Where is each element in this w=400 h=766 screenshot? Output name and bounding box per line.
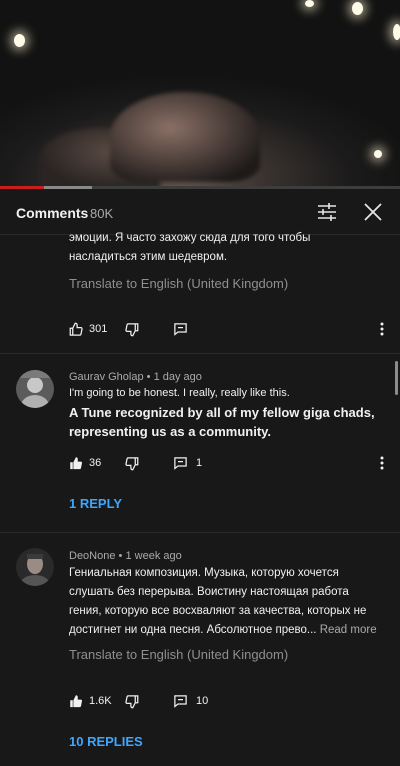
reply-button[interactable]: 1 — [173, 454, 202, 472]
comment-divider — [0, 532, 400, 533]
comment-body: Гениальная композиция. Музыка, которую х… — [69, 564, 391, 640]
comment-text-line: A Tune recognized by all of my fellow gi… — [69, 405, 375, 420]
comment-author[interactable]: DeoNone — [69, 550, 115, 562]
like-count: 36 — [89, 457, 102, 469]
comment-text-line: достигнет ни одна песня. Абсолютное прев… — [69, 621, 391, 640]
meta-separator: • — [118, 550, 123, 562]
comment-time: 1 day ago — [153, 371, 202, 383]
stage-light — [14, 34, 25, 47]
reply-button[interactable] — [173, 320, 188, 338]
comment-body: A Tune recognized by all of my fellow gi… — [69, 403, 389, 441]
comments-panel: Comments 80K эмоции. Я часто захожу сюда… — [0, 189, 400, 766]
like-button[interactable]: 301 — [69, 320, 107, 338]
comments-count: 80K — [90, 206, 114, 221]
avatar[interactable] — [16, 370, 54, 408]
reply-comment-icon — [174, 322, 187, 336]
reply-button[interactable]: 10 — [173, 692, 208, 710]
stage-light — [374, 150, 382, 158]
dislike-button[interactable] — [124, 320, 139, 338]
comment-text-line: насладиться этим шедевром. — [69, 251, 228, 263]
dislike-button[interactable] — [124, 454, 139, 472]
more-vert-icon[interactable] — [374, 454, 390, 472]
comment-meta: Gaurav Gholap • 1 day ago — [69, 371, 202, 383]
comment-text-line: слушать без перерыва. Воистину настоящая… — [69, 586, 349, 598]
tune-filter-icon[interactable] — [316, 201, 338, 223]
like-count: 1.6K — [89, 695, 112, 707]
comment-actions: 301 — [69, 320, 389, 338]
comment-divider — [0, 353, 400, 354]
comment-text-line: эмоции. Я часто захожу сюда для того что… — [69, 232, 311, 244]
comment-time: 1 week ago — [125, 550, 182, 562]
reply-count: 10 — [196, 695, 209, 707]
comment-text-truncated: достигнет ни одна песня. Абсолютное прев… — [69, 624, 317, 636]
scrollbar[interactable] — [395, 361, 398, 395]
reply-comment-icon — [174, 456, 187, 470]
read-more-link[interactable]: Read more — [320, 624, 377, 636]
thumb-up-icon — [70, 694, 83, 707]
view-replies-link[interactable]: 10 REPLIES — [69, 734, 143, 749]
meta-separator: • — [146, 371, 151, 383]
view-replies-link[interactable]: 1 REPLY — [69, 496, 122, 511]
comment-text: I'm going to be honest. I really, really… — [69, 387, 290, 399]
more-vert-icon[interactable] — [374, 320, 390, 338]
like-button[interactable]: 1.6K — [69, 692, 112, 710]
close-icon[interactable] — [362, 201, 384, 223]
stage-light — [393, 24, 400, 40]
comment-actions: 36 1 — [69, 454, 389, 472]
comment-text-line: representing us as a community. — [69, 424, 272, 439]
avatar[interactable] — [16, 548, 54, 586]
thumb-up-icon — [69, 322, 83, 336]
like-count: 301 — [89, 323, 108, 335]
video-player[interactable] — [0, 0, 400, 186]
comment-text-line: гения, которую все восхваляют за качеств… — [69, 605, 367, 617]
thumb-up-icon — [70, 456, 83, 469]
like-button[interactable]: 36 — [69, 454, 101, 472]
comment-meta: DeoNone • 1 week ago — [69, 550, 182, 562]
dislike-button[interactable] — [124, 692, 139, 710]
stage-light — [352, 2, 363, 15]
thumb-down-icon — [125, 456, 139, 470]
comment-actions: 1.6K 10 — [69, 692, 389, 710]
reply-comment-icon — [174, 694, 187, 708]
comment-author[interactable]: Gaurav Gholap — [69, 371, 144, 383]
thumb-down-icon — [125, 694, 139, 708]
stage-light — [305, 0, 314, 7]
thumb-down-icon — [125, 322, 139, 336]
translate-link[interactable]: Translate to English (United Kingdom) — [69, 276, 288, 291]
comment-body: эмоции. Я часто захожу сюда для того что… — [69, 229, 389, 267]
video-subject — [110, 92, 260, 182]
reply-count: 1 — [196, 457, 203, 469]
translate-link[interactable]: Translate to English (United Kingdom) — [69, 647, 288, 662]
comments-title: Comments — [16, 205, 89, 221]
comment-text-line: Гениальная композиция. Музыка, которую х… — [69, 567, 339, 579]
